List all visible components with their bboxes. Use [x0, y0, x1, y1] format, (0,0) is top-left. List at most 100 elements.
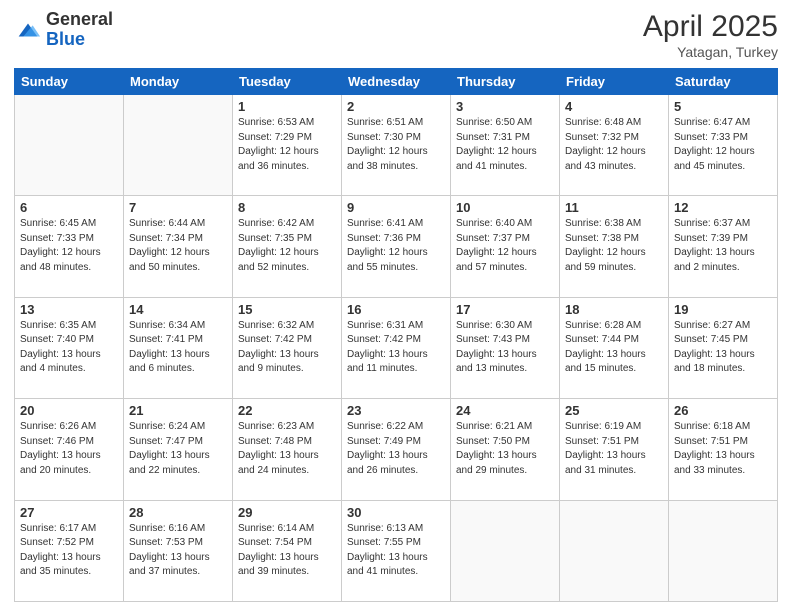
day-info: Sunrise: 6:28 AM Sunset: 7:44 PM Dayligh… [565, 319, 663, 377]
day-number: 19 [674, 302, 772, 317]
calendar-cell: 15 Sunrise: 6:32 AM Sunset: 7:42 PM Dayli… [233, 297, 342, 398]
header: General Blue April 2025 Yatagan, Turkey [14, 10, 778, 60]
calendar-week-1: 1 Sunrise: 6:53 AM Sunset: 7:29 PM Daylig… [15, 95, 778, 196]
day-info: Sunrise: 6:16 AM Sunset: 7:53 PM Dayligh… [129, 522, 227, 580]
day-info: Sunrise: 6:48 AM Sunset: 7:32 PM Dayligh… [565, 116, 663, 174]
day-number: 22 [238, 403, 336, 418]
logo-general-text: General [46, 10, 113, 30]
day-number: 13 [20, 302, 118, 317]
calendar-cell: 1 Sunrise: 6:53 AM Sunset: 7:29 PM Daylig… [233, 95, 342, 196]
day-number: 9 [347, 200, 445, 215]
day-number: 4 [565, 99, 663, 114]
day-info: Sunrise: 6:51 AM Sunset: 7:30 PM Dayligh… [347, 116, 445, 174]
calendar-cell: 25 Sunrise: 6:19 AM Sunset: 7:51 PM Dayli… [560, 399, 669, 500]
calendar-cell: 24 Sunrise: 6:21 AM Sunset: 7:50 PM Dayli… [451, 399, 560, 500]
calendar-cell: 14 Sunrise: 6:34 AM Sunset: 7:41 PM Dayli… [124, 297, 233, 398]
calendar-cell: 20 Sunrise: 6:26 AM Sunset: 7:46 PM Dayli… [15, 399, 124, 500]
calendar-cell: 30Sunrise: 6:13 AM Sunset: 7:55 PM Dayli… [342, 500, 451, 601]
logo-blue-text: Blue [46, 30, 113, 50]
calendar-cell: 18 Sunrise: 6:28 AM Sunset: 7:44 PM Dayli… [560, 297, 669, 398]
day-info: Sunrise: 6:50 AM Sunset: 7:31 PM Dayligh… [456, 116, 554, 174]
calendar-cell: 11 Sunrise: 6:38 AM Sunset: 7:38 PM Dayli… [560, 196, 669, 297]
day-info: Sunrise: 6:24 AM Sunset: 7:47 PM Dayligh… [129, 420, 227, 478]
day-number: 28 [129, 505, 227, 520]
day-info: Sunrise: 6:41 AM Sunset: 7:36 PM Dayligh… [347, 217, 445, 275]
calendar-week-4: 20 Sunrise: 6:26 AM Sunset: 7:46 PM Dayli… [15, 399, 778, 500]
day-number: 21 [129, 403, 227, 418]
day-number: 25 [565, 403, 663, 418]
day-info: Sunrise: 6:21 AM Sunset: 7:50 PM Dayligh… [456, 420, 554, 478]
calendar-cell: 28 Sunrise: 6:16 AM Sunset: 7:53 PM Dayli… [124, 500, 233, 601]
day-number: 24 [456, 403, 554, 418]
calendar-cell [560, 500, 669, 601]
calendar-week-5: 27Sunrise: 6:17 AM Sunset: 7:52 PM Dayli… [15, 500, 778, 601]
day-info: Sunrise: 6:14 AM Sunset: 7:54 PM Dayligh… [238, 522, 336, 580]
day-info: Sunrise: 6:38 AM Sunset: 7:38 PM Dayligh… [565, 217, 663, 275]
calendar-cell: 23Sunrise: 6:22 AM Sunset: 7:49 PM Dayli… [342, 399, 451, 500]
calendar-week-3: 13 Sunrise: 6:35 AM Sunset: 7:40 PM Dayli… [15, 297, 778, 398]
calendar-cell: 8Sunrise: 6:42 AM Sunset: 7:35 PM Daylig… [233, 196, 342, 297]
calendar-header-friday: Friday [560, 69, 669, 95]
calendar-cell: 21 Sunrise: 6:24 AM Sunset: 7:47 PM Dayli… [124, 399, 233, 500]
calendar-cell: 2Sunrise: 6:51 AM Sunset: 7:30 PM Daylig… [342, 95, 451, 196]
day-info: Sunrise: 6:53 AM Sunset: 7:29 PM Dayligh… [238, 116, 336, 174]
calendar-cell: 16Sunrise: 6:31 AM Sunset: 7:42 PM Dayli… [342, 297, 451, 398]
day-number: 18 [565, 302, 663, 317]
calendar-cell: 19 Sunrise: 6:27 AM Sunset: 7:45 PM Dayli… [669, 297, 778, 398]
day-info: Sunrise: 6:32 AM Sunset: 7:42 PM Dayligh… [238, 319, 336, 377]
calendar-cell: 29 Sunrise: 6:14 AM Sunset: 7:54 PM Dayli… [233, 500, 342, 601]
day-number: 14 [129, 302, 227, 317]
day-number: 3 [456, 99, 554, 114]
calendar-cell: 13 Sunrise: 6:35 AM Sunset: 7:40 PM Dayli… [15, 297, 124, 398]
calendar-cell [669, 500, 778, 601]
day-number: 26 [674, 403, 772, 418]
day-number: 7 [129, 200, 227, 215]
day-number: 11 [565, 200, 663, 215]
calendar-cell: 12 Sunrise: 6:37 AM Sunset: 7:39 PM Dayli… [669, 196, 778, 297]
day-info: Sunrise: 6:40 AM Sunset: 7:37 PM Dayligh… [456, 217, 554, 275]
calendar-cell: 26Sunrise: 6:18 AM Sunset: 7:51 PM Dayli… [669, 399, 778, 500]
calendar-header-saturday: Saturday [669, 69, 778, 95]
page: General Blue April 2025 Yatagan, Turkey … [0, 0, 792, 612]
calendar-table: SundayMondayTuesdayWednesdayThursdayFrid… [14, 68, 778, 602]
calendar-header-sunday: Sunday [15, 69, 124, 95]
calendar-cell: 9 Sunrise: 6:41 AM Sunset: 7:36 PM Daylig… [342, 196, 451, 297]
day-number: 12 [674, 200, 772, 215]
month-title: April 2025 [643, 10, 778, 44]
day-number: 30 [347, 505, 445, 520]
calendar-week-2: 6Sunrise: 6:45 AM Sunset: 7:33 PM Daylig… [15, 196, 778, 297]
day-info: Sunrise: 6:30 AM Sunset: 7:43 PM Dayligh… [456, 319, 554, 377]
calendar-header-monday: Monday [124, 69, 233, 95]
calendar-cell [124, 95, 233, 196]
day-number: 29 [238, 505, 336, 520]
day-number: 6 [20, 200, 118, 215]
calendar-header-tuesday: Tuesday [233, 69, 342, 95]
day-info: Sunrise: 6:22 AM Sunset: 7:49 PM Dayligh… [347, 420, 445, 478]
day-info: Sunrise: 6:26 AM Sunset: 7:46 PM Dayligh… [20, 420, 118, 478]
day-number: 27 [20, 505, 118, 520]
calendar-header-wednesday: Wednesday [342, 69, 451, 95]
calendar-cell [451, 500, 560, 601]
day-number: 15 [238, 302, 336, 317]
day-number: 16 [347, 302, 445, 317]
logo-icon [14, 16, 42, 44]
header-right: April 2025 Yatagan, Turkey [643, 10, 778, 60]
calendar-cell: 6Sunrise: 6:45 AM Sunset: 7:33 PM Daylig… [15, 196, 124, 297]
calendar-cell: 5Sunrise: 6:47 AM Sunset: 7:33 PM Daylig… [669, 95, 778, 196]
day-number: 17 [456, 302, 554, 317]
day-info: Sunrise: 6:37 AM Sunset: 7:39 PM Dayligh… [674, 217, 772, 275]
logo-text: General Blue [46, 10, 113, 50]
day-number: 8 [238, 200, 336, 215]
day-number: 10 [456, 200, 554, 215]
day-number: 1 [238, 99, 336, 114]
calendar-cell: 4 Sunrise: 6:48 AM Sunset: 7:32 PM Daylig… [560, 95, 669, 196]
calendar-cell: 22Sunrise: 6:23 AM Sunset: 7:48 PM Dayli… [233, 399, 342, 500]
calendar-cell: 27Sunrise: 6:17 AM Sunset: 7:52 PM Dayli… [15, 500, 124, 601]
day-info: Sunrise: 6:35 AM Sunset: 7:40 PM Dayligh… [20, 319, 118, 377]
calendar-cell: 7 Sunrise: 6:44 AM Sunset: 7:34 PM Daylig… [124, 196, 233, 297]
day-info: Sunrise: 6:27 AM Sunset: 7:45 PM Dayligh… [674, 319, 772, 377]
day-info: Sunrise: 6:34 AM Sunset: 7:41 PM Dayligh… [129, 319, 227, 377]
day-info: Sunrise: 6:19 AM Sunset: 7:51 PM Dayligh… [565, 420, 663, 478]
day-info: Sunrise: 6:44 AM Sunset: 7:34 PM Dayligh… [129, 217, 227, 275]
day-number: 20 [20, 403, 118, 418]
